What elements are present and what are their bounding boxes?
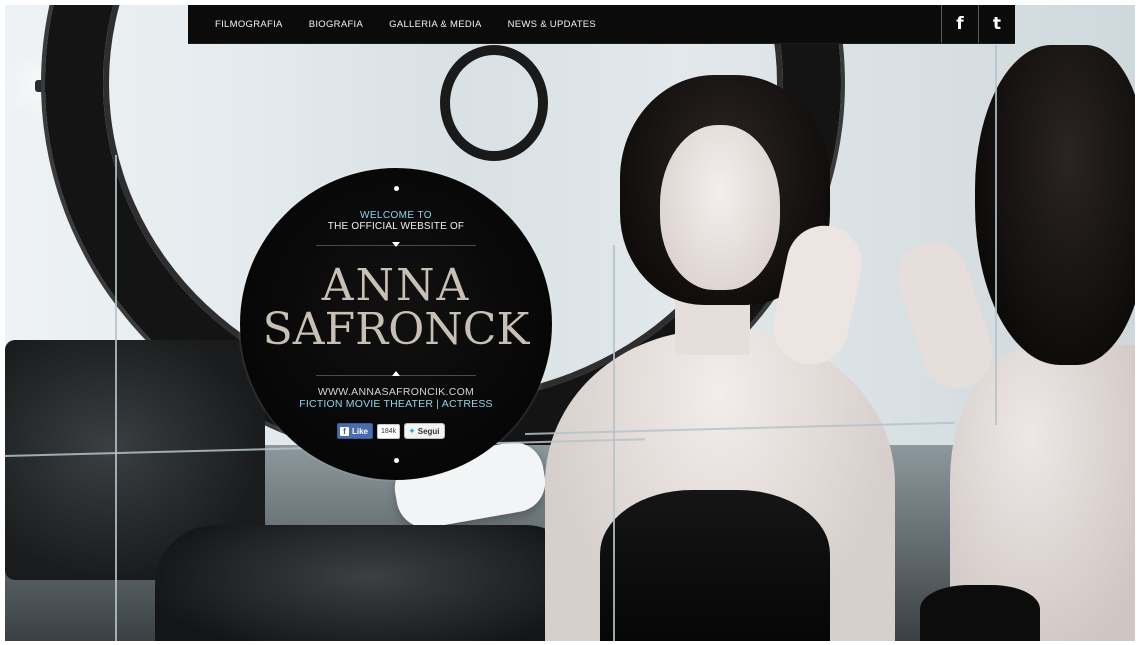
nav-item-galleria-media[interactable]: GALLERIA & MEDIA	[389, 19, 481, 30]
actress-reflection-photo	[888, 45, 1135, 641]
twitter-icon[interactable]: t	[978, 5, 1015, 43]
divider-top	[316, 242, 476, 247]
actress-last-name: SAFRONCK	[262, 304, 530, 355]
twitter-bird-icon: ✦	[408, 425, 416, 436]
actress-role: FICTION MOVIE THEATER | ACTRESS	[299, 398, 493, 410]
nav-item-filmografia[interactable]: FILMOGRAFIA	[215, 19, 283, 30]
twitter-follow-button[interactable]: ✦ Segui	[404, 423, 445, 439]
actress-photo	[525, 75, 915, 641]
nav-menu: FILMOGRAFIA BIOGRAFIA GALLERIA & MEDIA N…	[188, 5, 622, 43]
social-links: f t	[941, 5, 1015, 43]
mirror-tile-seam	[613, 245, 615, 641]
top-navigation: FILMOGRAFIA BIOGRAFIA GALLERIA & MEDIA N…	[188, 5, 1015, 44]
page-frame: FILMOGRAFIA BIOGRAFIA GALLERIA & MEDIA N…	[5, 5, 1135, 641]
twitter-follow-label: Segui	[417, 426, 440, 436]
decorative-dot	[394, 186, 399, 191]
triangle-up-icon	[392, 371, 400, 376]
share-buttons: f Like 184k ✦ Segui	[337, 423, 445, 439]
facebook-icon: f	[340, 426, 349, 436]
triangle-down-icon	[392, 242, 400, 247]
facebook-like-label: Like	[352, 426, 369, 436]
mirror-tile-seam	[995, 45, 997, 425]
like-count: 184k	[377, 423, 401, 439]
welcome-medallion: WELCOME TO THE OFFICIAL WEBSITE OF ANNA …	[240, 168, 552, 480]
mirror-tile-seam	[115, 155, 117, 641]
welcome-line-2: THE OFFICIAL WEBSITE OF	[327, 221, 465, 232]
website-url: WWW.ANNASAFRONCIK.COM	[317, 386, 475, 398]
site-info: WWW.ANNASAFRONCIK.COM FICTION MOVIE THEA…	[240, 386, 552, 410]
nav-item-biografia[interactable]: BIOGRAFIA	[309, 19, 363, 30]
welcome-heading: WELCOME TO THE OFFICIAL WEBSITE OF	[240, 210, 552, 232]
facebook-like-button[interactable]: f Like	[337, 423, 374, 439]
decorative-dot	[394, 458, 399, 463]
nav-item-news-updates[interactable]: NEWS & UPDATES	[508, 19, 596, 30]
actress-first-name: ANNA	[321, 260, 471, 311]
black-sofa-front	[155, 525, 585, 641]
actress-name: ANNA SAFRONCK	[240, 264, 552, 352]
welcome-line-1: WELCOME TO	[360, 210, 432, 221]
divider-bottom	[316, 371, 476, 376]
facebook-icon[interactable]: f	[941, 5, 978, 43]
